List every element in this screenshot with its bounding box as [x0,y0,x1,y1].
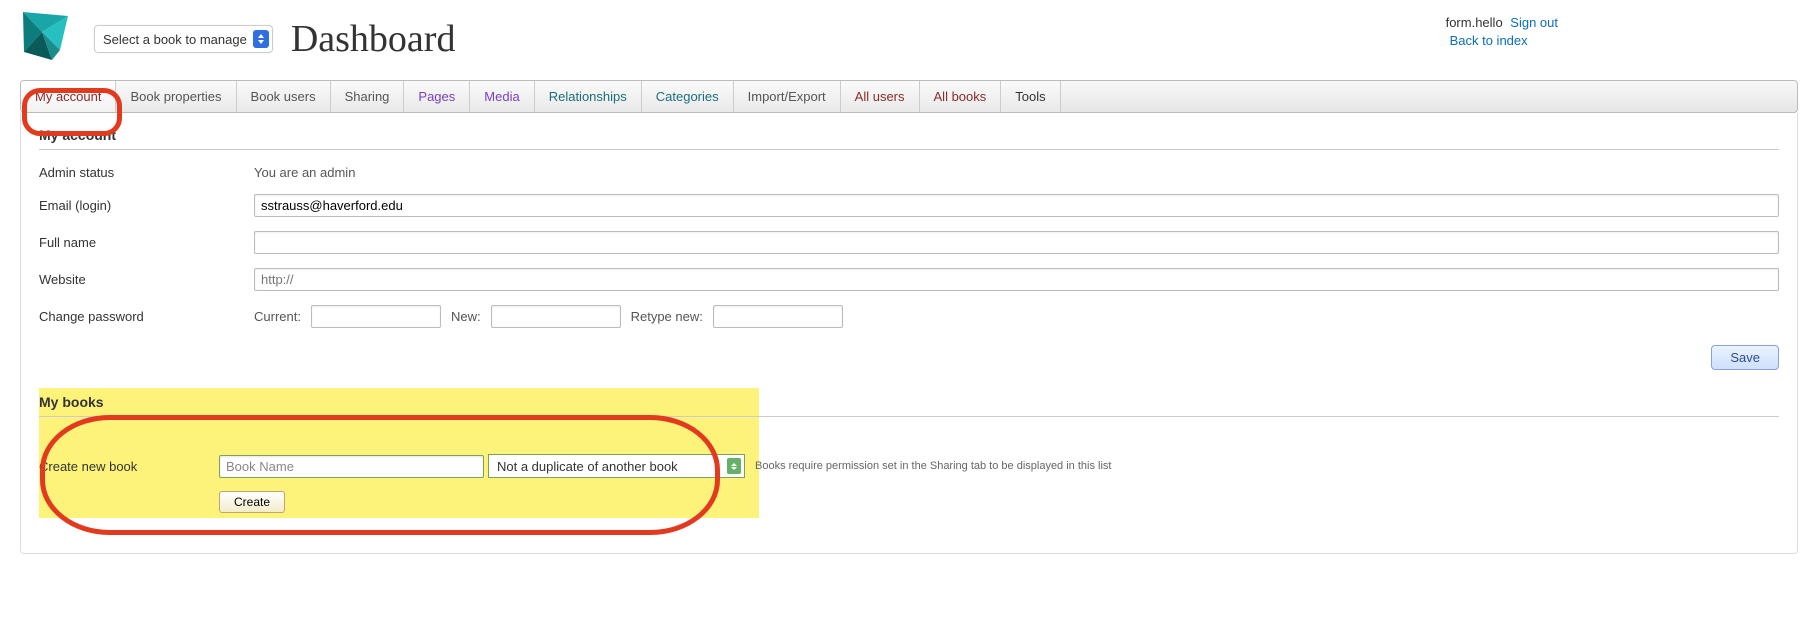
duplicate-book-select[interactable]: Not a duplicate of another book [488,454,745,478]
row-website: Website [39,261,1779,298]
tab-sharing[interactable]: Sharing [331,81,405,112]
content-panel: My account Admin status You are an admin… [20,113,1798,554]
current-user: form.hello [1446,15,1503,30]
dropdown-arrows-icon [253,30,269,48]
book-selector[interactable]: Select a book to manage [94,25,273,53]
fullname-input[interactable] [254,231,1779,254]
email-input[interactable] [254,194,1779,217]
label-admin-status: Admin status [39,165,254,180]
tab-all-users[interactable]: All users [841,81,920,112]
row-email: Email (login) [39,187,1779,224]
row-fullname: Full name [39,224,1779,261]
page-title: Dashboard [291,17,456,61]
password-new-input[interactable] [491,305,621,328]
row-create-book: Create new book Not a duplicate of anoth… [39,447,1779,485]
label-pw-current: Current: [254,309,301,324]
tab-book-properties[interactable]: Book properties [116,81,236,112]
tab-media[interactable]: Media [470,81,534,112]
password-current-input[interactable] [311,305,441,328]
label-create-book: Create new book [39,459,219,474]
tab-tools[interactable]: Tools [1001,81,1060,112]
label-pw-new: New: [451,309,481,324]
section-heading-books: My books [39,394,1779,417]
label-change-password: Change password [39,309,254,324]
password-retype-input[interactable] [713,305,843,328]
create-book-button[interactable]: Create [219,491,285,513]
my-books-section: My books Create new book Not a duplicate… [39,394,1779,513]
row-admin-status: Admin status You are an admin [39,158,1779,187]
dropdown-arrows-icon [727,458,741,474]
duplicate-book-value: Not a duplicate of another book [497,459,678,474]
label-website: Website [39,272,254,287]
section-heading-account: My account [39,127,1779,150]
row-change-password: Change password Current: New: Retype new… [39,298,1779,335]
app-logo-icon [20,10,76,68]
sign-out-link[interactable]: Sign out [1510,15,1558,30]
label-email: Email (login) [39,198,254,213]
book-name-input[interactable] [219,455,484,478]
tab-book-users[interactable]: Book users [237,81,331,112]
tab-categories[interactable]: Categories [642,81,734,112]
tab-import-export[interactable]: Import/Export [734,81,841,112]
header-user-links: form.hello Sign out Back to index [1446,14,1558,50]
label-pw-retype: Retype new: [631,309,703,324]
tab-pages[interactable]: Pages [404,81,470,112]
book-selector-label: Select a book to manage [103,32,247,47]
save-button[interactable]: Save [1711,345,1779,370]
value-admin-status: You are an admin [254,165,355,180]
label-fullname: Full name [39,235,254,250]
back-to-index-link[interactable]: Back to index [1450,33,1528,48]
tab-relationships[interactable]: Relationships [535,81,642,112]
tab-all-books[interactable]: All books [920,81,1002,112]
create-book-helper-text: Books require permission set in the Shar… [755,460,1111,472]
tab-my-account[interactable]: My account [21,81,116,112]
website-input[interactable] [254,268,1779,291]
main-tabstrip: My accountBook propertiesBook usersShari… [20,80,1798,113]
